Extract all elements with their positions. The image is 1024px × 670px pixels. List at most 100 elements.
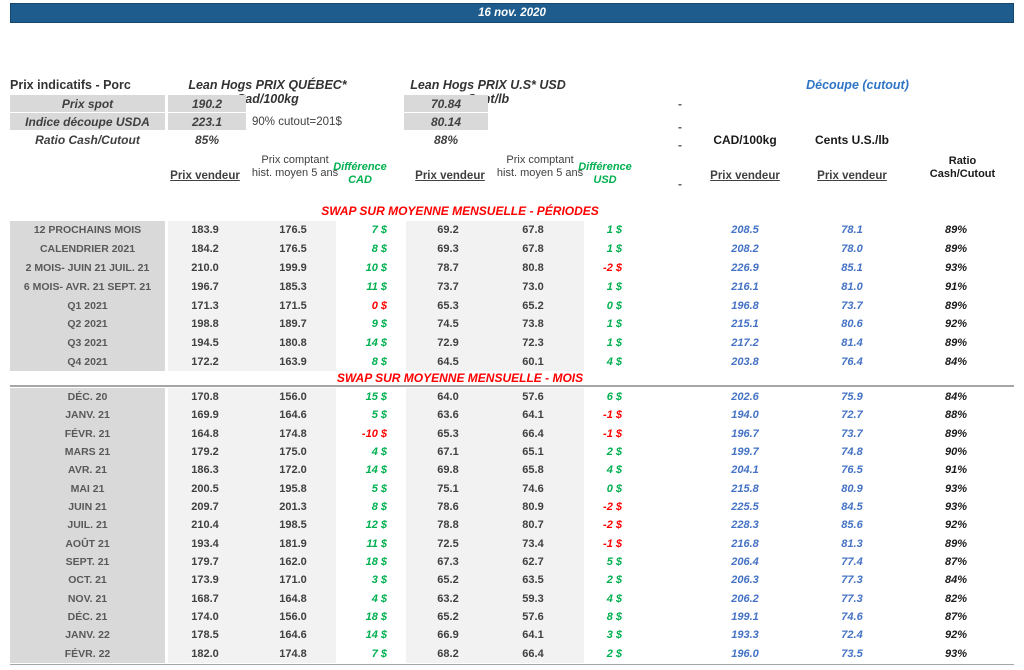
cad-hist-moyen: 181.9 bbox=[279, 537, 307, 550]
row-label: JANV. 22 bbox=[10, 626, 165, 645]
indice-usd-value: 80.14 bbox=[430, 114, 462, 129]
usd-hist-moyen: 57.6 bbox=[522, 611, 544, 624]
cad-hist-moyen: 175.0 bbox=[279, 446, 307, 459]
cad-hist-moyen: 164.8 bbox=[279, 592, 307, 605]
usd-hist-moyen: 66.4 bbox=[522, 647, 544, 660]
dash-spot: - bbox=[678, 97, 682, 111]
usd-prix-vendeur: 69.3 bbox=[437, 243, 459, 256]
cad-hist-moyen: 199.9 bbox=[279, 261, 307, 274]
col-prix-vendeur-cad: Prix vendeur bbox=[170, 170, 240, 182]
row-label: DÉC. 20 bbox=[10, 388, 165, 407]
difference-usd: 1 $ bbox=[606, 337, 622, 350]
cad-hist-moyen: 185.3 bbox=[279, 280, 307, 293]
dash-header: - bbox=[678, 177, 682, 191]
table-row: JUIN 21 209.7 201.3 8 $ 78.6 80.9 -2 $ 225.5 84.… bbox=[0, 497, 1024, 517]
difference-usd: 2 $ bbox=[606, 446, 622, 459]
usd-hist-moyen: 57.6 bbox=[522, 391, 544, 404]
difference-usd: 1 $ bbox=[606, 280, 622, 293]
cutout-cad: 196.0 bbox=[731, 647, 759, 660]
row-label: JUIL. 21 bbox=[10, 516, 165, 535]
cad-hist-moyen: 195.8 bbox=[279, 482, 307, 495]
difference-cad: 18 $ bbox=[365, 611, 387, 624]
indice-usd-cell: 80.14 bbox=[404, 113, 488, 130]
usd-hist-moyen: 63.5 bbox=[522, 574, 544, 587]
ratio-cash-cutout: 89% bbox=[944, 243, 968, 256]
difference-usd: 0 $ bbox=[606, 482, 622, 495]
row-label: AVR. 21 bbox=[10, 461, 165, 480]
table-row: MAI 21 200.5 195.8 5 $ 75.1 74.6 0 $ 215.8 80.9 9… bbox=[0, 479, 1024, 498]
report-page: 16 nov. 2020 Prix indicatifs - Porc Lean… bbox=[0, 0, 1024, 670]
difference-cad: 9 $ bbox=[371, 318, 387, 331]
cutout-cad: 199.7 bbox=[731, 446, 759, 459]
cutout-unit-cad: CAD/100kg bbox=[713, 133, 777, 147]
cutout-cents-us: 81.0 bbox=[841, 280, 863, 293]
ratio-cash-cutout: 88% bbox=[944, 409, 968, 422]
col-prix-vendeur-usd: Prix vendeur bbox=[415, 170, 485, 182]
ratio-cash-cutout: 93% bbox=[944, 647, 968, 660]
row-label: JUIN 21 bbox=[10, 497, 165, 517]
usd-hist-moyen: 66.4 bbox=[522, 427, 544, 440]
difference-usd: 2 $ bbox=[606, 574, 622, 587]
months-table: DÉC. 20 170.8 156.0 15 $ 64.0 57.6 6 $ 202.6 75.… bbox=[0, 388, 1024, 663]
usd-hist-moyen: 73.0 bbox=[522, 280, 544, 293]
col-cutout-prix-vendeur-cad: Prix vendeur bbox=[710, 170, 780, 182]
row-label: Q4 2021 bbox=[10, 352, 165, 372]
prix-spot-usd-cell: 70.84 bbox=[404, 95, 488, 112]
cad-prix-vendeur: 193.4 bbox=[191, 537, 219, 550]
table-row: AVR. 21 186.3 172.0 14 $ 69.8 65.8 4 $ 204.1 76.… bbox=[0, 461, 1024, 480]
cutout-cad: 216.1 bbox=[731, 280, 759, 293]
cutout-cents-us: 84.5 bbox=[841, 501, 863, 514]
difference-cad: 10 $ bbox=[365, 261, 387, 274]
col-ratio-cash-cutout: Ratio Cash/Cutout bbox=[929, 155, 996, 180]
difference-usd: 4 $ bbox=[606, 592, 622, 605]
cad-prix-vendeur: 182.0 bbox=[191, 647, 219, 660]
ratio-cash-cutout: 91% bbox=[944, 464, 968, 477]
difference-usd: -1 $ bbox=[603, 409, 622, 422]
ratio-usd-value: 88% bbox=[433, 132, 459, 147]
cad-prix-vendeur: 210.4 bbox=[191, 519, 219, 532]
difference-usd: 2 $ bbox=[606, 647, 622, 660]
cutout-title: Découpe (cutout) bbox=[806, 78, 909, 92]
cutout-cad: 204.1 bbox=[731, 464, 759, 477]
prix-spot-label: Prix spot bbox=[61, 96, 114, 111]
difference-usd: -1 $ bbox=[603, 537, 622, 550]
table-row: 2 MOIS- JUIN 21 JUIL. 21 210.0 199.9 10 $ 78… bbox=[0, 258, 1024, 278]
usd-prix-vendeur: 69.8 bbox=[437, 464, 459, 477]
usd-prix-vendeur: 78.8 bbox=[437, 519, 459, 532]
usd-prix-vendeur: 72.5 bbox=[437, 537, 459, 550]
cad-hist-moyen: 201.3 bbox=[279, 501, 307, 514]
row-label: Q3 2021 bbox=[10, 333, 165, 353]
usd-hist-moyen: 72.3 bbox=[522, 337, 544, 350]
ratio-cash-cutout: 92% bbox=[944, 519, 968, 532]
ratio-label-cell: Ratio Cash/Cutout bbox=[10, 131, 165, 148]
usd-hist-moyen: 65.2 bbox=[522, 299, 544, 312]
ratio-cash-cutout: 89% bbox=[944, 224, 968, 237]
cad-hist-moyen: 174.8 bbox=[279, 427, 307, 440]
table-row: JUIL. 21 210.4 198.5 12 $ 78.8 80.7 -2 $ 228.3 8… bbox=[0, 516, 1024, 535]
cutout-cents-us: 72.4 bbox=[841, 629, 863, 642]
difference-cad: 11 $ bbox=[366, 537, 387, 550]
cad-prix-vendeur: 173.9 bbox=[191, 574, 219, 587]
cad-hist-moyen: 162.0 bbox=[279, 556, 307, 569]
date-bar: 16 nov. 2020 bbox=[10, 3, 1014, 23]
cutout-cad: 217.2 bbox=[731, 337, 759, 350]
usd-hist-moyen: 64.1 bbox=[522, 409, 544, 422]
difference-cad: 5 $ bbox=[371, 409, 387, 422]
ratio-cash-cutout: 90% bbox=[944, 446, 968, 459]
usd-prix-vendeur: 63.2 bbox=[437, 592, 459, 605]
cad-hist-moyen: 164.6 bbox=[279, 629, 307, 642]
usd-prix-vendeur: 65.3 bbox=[437, 299, 459, 312]
table-row: OCT. 21 173.9 171.0 3 $ 65.2 63.5 2 $ 206.3 77.3… bbox=[0, 571, 1024, 590]
usd-prix-vendeur: 66.9 bbox=[437, 629, 459, 642]
ratio-cash-cutout: 93% bbox=[944, 482, 968, 495]
row-label: FÉVR. 22 bbox=[10, 644, 165, 663]
table-row: Q3 2021 194.5 180.8 14 $ 72.9 72.3 1 $ 217.2 81.… bbox=[0, 333, 1024, 353]
report-date: 16 nov. 2020 bbox=[478, 7, 546, 19]
cutout-cents-us: 77.3 bbox=[841, 574, 863, 587]
ratio-cash-cutout: 84% bbox=[944, 391, 968, 404]
usd-prix-vendeur: 65.2 bbox=[437, 611, 459, 624]
row-label: OCT. 21 bbox=[10, 571, 165, 590]
usd-prix-vendeur: 67.3 bbox=[437, 556, 459, 569]
cad-hist-moyen: 176.5 bbox=[279, 224, 307, 237]
row-label: SEPT. 21 bbox=[10, 552, 165, 572]
